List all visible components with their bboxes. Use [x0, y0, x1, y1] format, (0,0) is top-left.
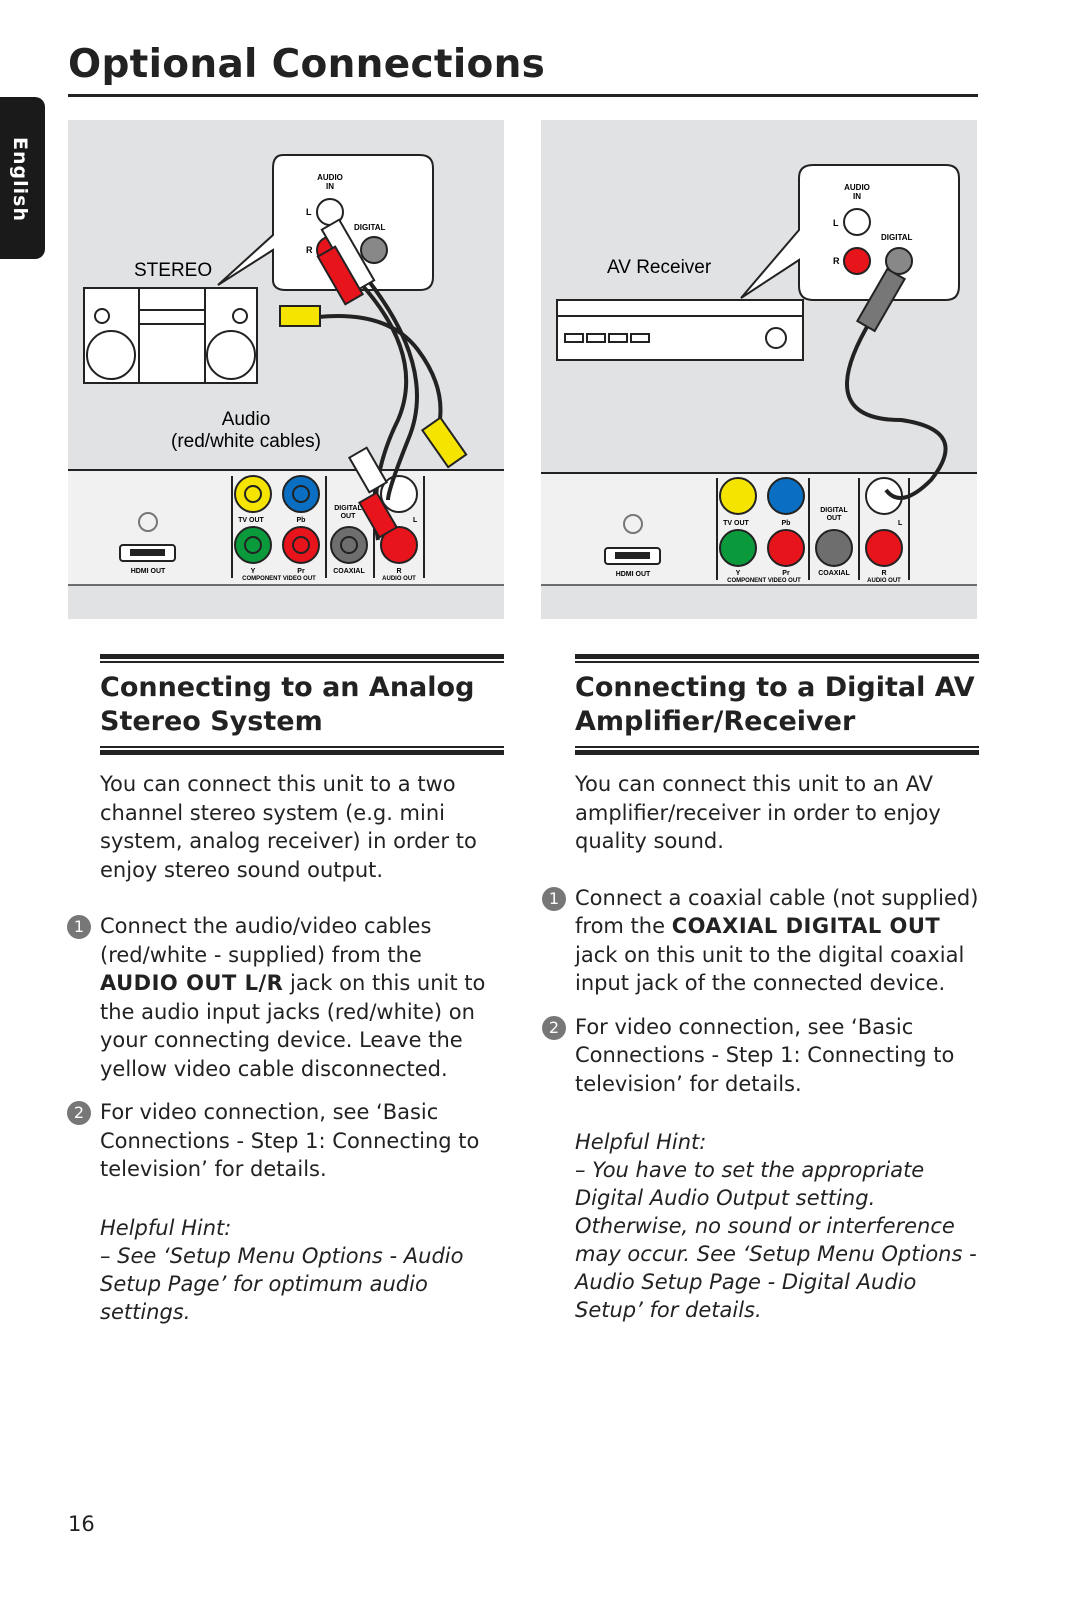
svg-text:Pr: Pr [297, 568, 305, 575]
cable-label-line1: Audio [222, 409, 271, 430]
step-number: 1 [542, 886, 566, 911]
svg-text:Y: Y [251, 568, 256, 575]
svg-text:DIGITAL: DIGITAL [820, 507, 848, 514]
heading-rule [100, 746, 504, 755]
svg-text:Pb: Pb [782, 520, 791, 527]
svg-text:DIGITAL: DIGITAL [354, 223, 386, 232]
svg-text:AUDIO: AUDIO [844, 183, 870, 192]
svg-text:Pb: Pb [297, 517, 306, 524]
svg-text:L: L [306, 207, 312, 217]
svg-text:R: R [306, 245, 313, 255]
step-2: 2 For video connection, see ‘Basic Connec… [67, 1098, 504, 1184]
language-tab: English [0, 97, 45, 259]
analog-stereo-section: Connecting to an Analog Stereo System You… [67, 654, 504, 1326]
svg-text:R: R [833, 256, 840, 266]
av-receiver-label: AV Receiver [607, 257, 712, 278]
intro-text: You can connect this unit to a two chann… [100, 772, 477, 882]
step-1: 1 Connect a coaxial cable (not supplied) … [542, 884, 979, 998]
svg-text:COMPONENT VIDEO OUT: COMPONENT VIDEO OUT [242, 576, 316, 582]
section-heading: Connecting to an Analog Stereo System [100, 672, 475, 737]
svg-text:HDMI OUT: HDMI OUT [616, 571, 651, 578]
hint-title: Helpful Hint: [575, 1130, 707, 1154]
language-label: English [9, 137, 31, 222]
svg-text:OUT: OUT [341, 513, 357, 520]
svg-text:OUT: OUT [827, 515, 843, 522]
svg-text:Pr: Pr [782, 570, 790, 577]
intro-text: You can connect this unit to an AV ampli… [575, 772, 941, 853]
svg-text:DIGITAL: DIGITAL [881, 233, 913, 242]
svg-text:Y: Y [736, 570, 741, 577]
digital-av-section: Connecting to a Digital AV Amplifier/Rece… [542, 654, 979, 1324]
hint-text: – You have to set the appropriate Digita… [575, 1158, 977, 1322]
step-number: 1 [67, 915, 91, 939]
av-receiver-connection-diagram: HDMI OUT TV OUT Pb DIGITAL OUT L Y Pr CO… [541, 120, 977, 619]
svg-text:TV OUT: TV OUT [723, 520, 749, 527]
hdmi-out-label: HDMI OUT [131, 568, 166, 575]
svg-text:COMPONENT VIDEO OUT: COMPONENT VIDEO OUT [727, 578, 801, 584]
svg-text:AUDIO OUT: AUDIO OUT [867, 578, 901, 584]
section-heading: Connecting to a Digital AV Amplifier/Rece… [575, 672, 975, 737]
svg-text:L: L [833, 218, 839, 228]
hint-title: Helpful Hint: [100, 1215, 232, 1240]
step-2: 2 For video connection, see ‘Basic Connec… [542, 1013, 979, 1099]
title-divider [68, 94, 978, 97]
step-number: 2 [67, 1101, 91, 1125]
svg-text:L: L [898, 520, 903, 527]
cable-label-line2: (red/white cables) [171, 431, 321, 452]
stereo-label: STEREO [134, 260, 212, 281]
svg-text:COAXIAL: COAXIAL [818, 570, 850, 577]
step-1: 1 Connect the audio/video cables (red/whi… [67, 912, 504, 1083]
page-number: 16 [68, 1512, 95, 1536]
svg-text:DIGITAL: DIGITAL [334, 505, 362, 512]
svg-text:AUDIO: AUDIO [317, 173, 343, 182]
svg-text:IN: IN [326, 182, 334, 191]
svg-text:AUDIO OUT: AUDIO OUT [382, 576, 416, 582]
svg-text:L: L [413, 517, 418, 524]
heading-rule [575, 746, 979, 755]
stereo-connection-diagram: HDMI OUT TV OUT Pb DIGITAL OUT L Y Pr CO… [68, 120, 504, 619]
svg-text:TV OUT: TV OUT [238, 517, 264, 524]
svg-text:IN: IN [853, 192, 861, 201]
hint-text: – See ‘Setup Menu Options - Audio Setup … [100, 1243, 464, 1324]
heading-rule [575, 654, 979, 663]
svg-text:COAXIAL: COAXIAL [333, 568, 365, 575]
svg-text:R: R [881, 570, 886, 577]
heading-rule [100, 654, 504, 663]
svg-text:R: R [396, 568, 401, 575]
step-number: 2 [542, 1015, 566, 1040]
page-title: Optional Connections [68, 42, 546, 87]
